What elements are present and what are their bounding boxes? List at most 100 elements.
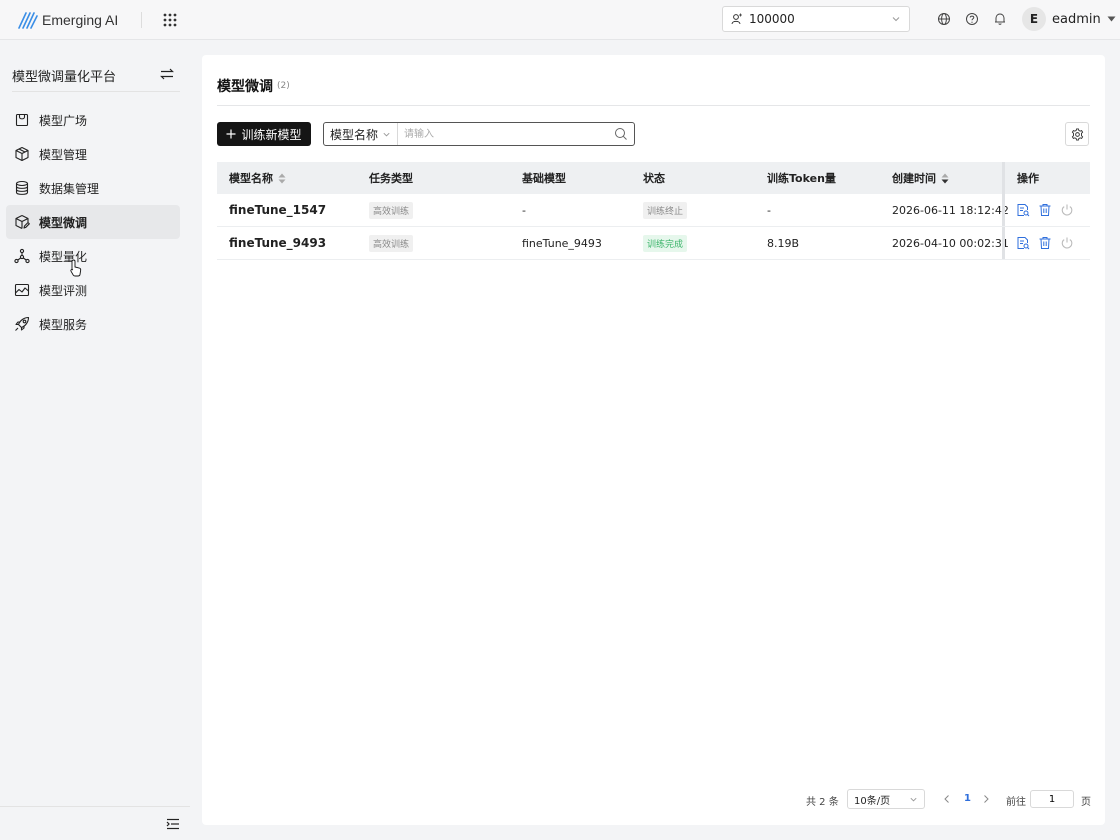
sort-icon	[941, 173, 949, 183]
task-type-tag: 高效训练	[369, 201, 414, 219]
table-row: fineTune_1547 高效训练 - 训练终止 - 2026-06-11 1…	[217, 194, 1090, 227]
column-header-created[interactable]: 创建时间	[892, 162, 949, 194]
page-size-select[interactable]: 10条/页	[847, 789, 925, 809]
status-badge: 训练终止	[643, 201, 688, 219]
help-icon[interactable]	[965, 12, 979, 26]
sort-icon	[278, 173, 286, 183]
tenant-value: 100000	[749, 12, 795, 26]
model-table: 模型名称 任务类型 基础模型 状态 训练Token量 创建时间 操作 fineT…	[217, 162, 1090, 260]
cell-actions	[1016, 194, 1074, 226]
delete-icon[interactable]	[1038, 203, 1052, 217]
plus-icon	[226, 129, 236, 139]
column-header-task-type: 任务类型	[369, 172, 413, 185]
power-icon[interactable]	[1060, 236, 1074, 250]
chevron-down-icon	[910, 797, 917, 801]
fixed-column-divider	[1002, 194, 1005, 226]
chevron-down-icon	[383, 132, 390, 136]
column-header-actions: 操作	[1017, 172, 1039, 185]
database-icon	[15, 180, 29, 195]
pagination-total: 共 2 条	[806, 797, 839, 808]
table-header: 模型名称 任务类型 基础模型 状态 训练Token量 创建时间 操作	[217, 162, 1090, 194]
header-divider	[141, 12, 142, 28]
current-page[interactable]: 1	[964, 793, 971, 804]
logo-text: Emerging AI	[42, 12, 119, 28]
user-menu[interactable]: E eadmin	[1022, 7, 1116, 31]
globe-icon[interactable]	[937, 12, 951, 26]
search-bar: 模型名称	[323, 122, 635, 146]
top-header: Emerging AI 100000 E eadmin	[0, 0, 1120, 40]
bag-icon	[15, 113, 29, 127]
cell-actions	[1016, 227, 1074, 259]
tenant-icon	[731, 13, 742, 25]
collapse-menu-icon[interactable]	[166, 817, 180, 831]
chevron-left-icon[interactable]	[942, 794, 952, 804]
molecule-icon	[14, 248, 30, 264]
app-grid-icon[interactable]	[162, 12, 178, 28]
column-header-status: 状态	[643, 172, 665, 185]
sidebar-item-fine-tuning[interactable]: 模型微调	[6, 205, 180, 239]
search-field-value: 模型名称	[330, 127, 379, 142]
cell-tokens: -	[767, 203, 771, 217]
cell-tokens: 8.19B	[767, 236, 800, 250]
bell-icon[interactable]	[993, 12, 1007, 26]
table-row: fineTune_9493 高效训练 fineTune_9493 训练完成 8.…	[217, 227, 1090, 260]
sidebar-item-evaluation[interactable]: 模型评测	[6, 273, 180, 307]
sidebar-divider	[12, 91, 180, 92]
page-title: 模型微调	[217, 79, 273, 95]
train-new-model-label: 训练新模型	[241, 127, 302, 142]
cell-task-type: 高效训练	[369, 194, 414, 226]
cell-model-name[interactable]: fineTune_1547	[229, 194, 326, 226]
column-label: 创建时间	[892, 172, 936, 185]
sidebar-item-model-square[interactable]: 模型广场	[6, 103, 180, 137]
cell-model-name[interactable]: fineTune_9493	[229, 227, 326, 259]
sidebar-item-label: 模型服务	[39, 317, 88, 332]
cube-icon	[15, 146, 29, 162]
platform-title: 模型微调量化平台	[12, 70, 117, 85]
chart-image-icon	[14, 283, 30, 297]
gear-icon	[1071, 127, 1083, 141]
column-header-base-model: 基础模型	[522, 172, 566, 185]
search-icon[interactable]	[614, 127, 628, 141]
train-new-model-button[interactable]: 训练新模型	[217, 122, 311, 146]
sidebar-item-label: 模型管理	[39, 147, 88, 162]
column-header-tokens: 训练Token量	[767, 172, 836, 185]
delete-icon[interactable]	[1038, 236, 1052, 250]
sidebar-item-dataset-management[interactable]: 数据集管理	[6, 171, 180, 205]
sidebar-item-label: 模型广场	[39, 113, 88, 128]
user-name: eadmin	[1052, 11, 1101, 27]
sidebar-item-label: 模型评测	[39, 283, 88, 298]
table-settings-button[interactable]	[1065, 122, 1089, 146]
status-badge: 训练完成	[643, 234, 688, 252]
search-field-select[interactable]: 模型名称	[324, 123, 398, 145]
fixed-column-divider	[1002, 162, 1005, 194]
cell-status: 训练终止	[643, 194, 688, 226]
sidebar-item-model-management[interactable]: 模型管理	[6, 137, 180, 171]
sidebar-item-label: 数据集管理	[39, 181, 100, 196]
page-size-value: 10条/页	[854, 795, 891, 807]
cell-created: 2026-04-10 00:02:31	[892, 236, 1009, 250]
main-panel: 模型微调 (2) 训练新模型 模型名称 请输入 模型名称 任务类型 基础模型 状…	[202, 55, 1105, 825]
pagination: 共 2 条 10条/页 1 前往 页	[806, 789, 1096, 809]
mouse-pointer-icon	[70, 259, 82, 277]
cell-base-model: -	[522, 203, 526, 217]
goto-page-input[interactable]	[1030, 790, 1074, 808]
app-logo[interactable]: Emerging AI	[18, 10, 118, 30]
view-details-icon[interactable]	[1016, 236, 1030, 250]
column-header-name[interactable]: 模型名称	[229, 162, 286, 194]
sidebar-item-label: 模型微调	[39, 215, 88, 230]
view-details-icon[interactable]	[1016, 203, 1030, 217]
chevron-down-icon	[892, 17, 900, 22]
power-icon[interactable]	[1060, 203, 1074, 217]
switch-icon[interactable]	[160, 67, 174, 81]
search-input[interactable]	[398, 123, 614, 145]
task-type-tag: 高效训练	[369, 234, 414, 252]
goto-label: 前往	[1006, 797, 1026, 808]
cell-status: 训练完成	[643, 227, 688, 259]
rocket-icon	[15, 316, 30, 331]
cell-task-type: 高效训练	[369, 227, 414, 259]
chevron-right-icon[interactable]	[981, 794, 991, 804]
sidebar: 模型微调量化平台 模型广场 模型管理 数据集管理 模型微调 模型量化 模型评测 …	[0, 40, 190, 840]
sidebar-item-model-service[interactable]: 模型服务	[6, 307, 180, 341]
sidebar-item-quantization[interactable]: 模型量化	[6, 239, 180, 273]
tenant-select[interactable]: 100000	[722, 6, 910, 32]
